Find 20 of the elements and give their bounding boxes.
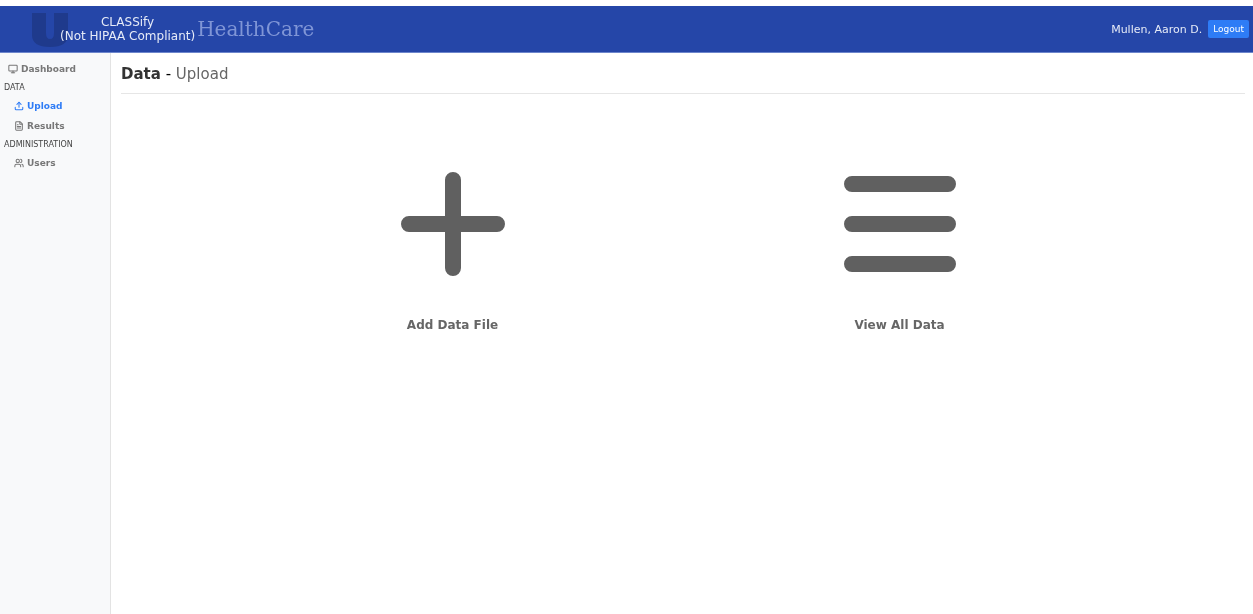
file-icon (14, 121, 24, 131)
sidebar-item[interactable]: Users (0, 153, 110, 173)
menu-icon (843, 176, 956, 272)
logout-button[interactable]: Logout (1208, 20, 1249, 38)
upload-icon (14, 101, 24, 111)
app-title: CLASSify (100, 15, 155, 29)
app-subtitle: (Not HIPAA Compliant) (60, 29, 196, 43)
action-tile[interactable]: Add Data File (400, 172, 505, 332)
page-title: Data - Upload (121, 65, 1245, 94)
sidebar-heading: ADMINISTRATION (3, 139, 74, 151)
user-name: Mullen, Aaron D. (1111, 22, 1203, 36)
users-icon (14, 158, 24, 168)
plus-icon (400, 172, 505, 276)
sidebar-item[interactable]: Results (0, 116, 110, 136)
monitor-icon (8, 64, 18, 74)
sidebar-item[interactable]: Dashboard (0, 59, 110, 79)
sidebar-item[interactable]: Upload (0, 96, 110, 116)
action-tile[interactable]: View All Data (843, 172, 956, 332)
sidebar-heading: DATA (3, 82, 26, 94)
logo-text: HealthCare (197, 17, 315, 41)
